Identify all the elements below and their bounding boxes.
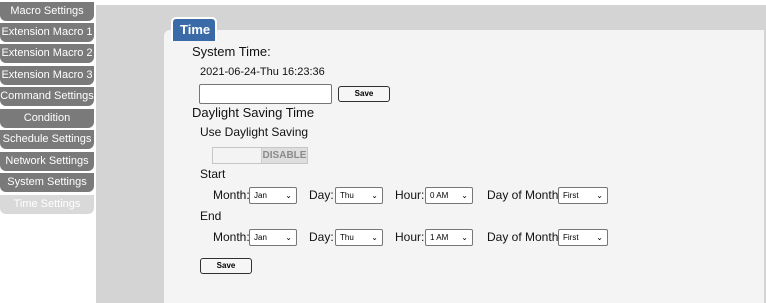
sidebar-item-system-settings[interactable]: System Settings bbox=[0, 173, 94, 192]
sidebar-item-network-settings[interactable]: Network Settings bbox=[0, 152, 94, 171]
sidebar-item-extension-macro-3[interactable]: Extension Macro 3 bbox=[0, 66, 94, 85]
time-input[interactable] bbox=[199, 84, 332, 104]
sidebar-item-macro-settings[interactable]: Macro Settings bbox=[0, 2, 94, 21]
start-month-select[interactable]: Jan ⌄ bbox=[249, 187, 297, 204]
start-month-value: Jan bbox=[254, 191, 267, 200]
toggle-knob bbox=[213, 148, 262, 163]
end-hour-select[interactable]: 1 AM ⌄ bbox=[425, 229, 473, 246]
end-month-value: Jan bbox=[254, 233, 267, 242]
sidebar-item-schedule-settings[interactable]: Schedule Settings bbox=[0, 130, 94, 149]
sidebar-item-command-settings[interactable]: Command Settings bbox=[0, 87, 94, 106]
start-day-value: Thu bbox=[340, 191, 354, 200]
end-dom-value: First bbox=[563, 233, 579, 242]
end-heading: End bbox=[200, 209, 222, 223]
chevron-down-icon: ⌄ bbox=[461, 191, 468, 200]
system-time-label: System Time: bbox=[192, 44, 271, 59]
start-hour-label: Hour: bbox=[395, 188, 425, 202]
end-day-label: Day: bbox=[309, 230, 334, 244]
start-hour-value: 0 AM bbox=[430, 191, 449, 200]
end-hour-label: Hour: bbox=[395, 230, 425, 244]
start-day-label: Day: bbox=[309, 188, 334, 202]
end-dom-label: Day of Month: bbox=[487, 230, 562, 244]
start-heading: Start bbox=[200, 167, 226, 181]
chevron-down-icon: ⌄ bbox=[371, 191, 378, 200]
system-time-value: 2021-06-24-Thu 16:23:36 bbox=[200, 66, 325, 78]
chevron-down-icon: ⌄ bbox=[285, 233, 292, 242]
sidebar: Macro Settings Extension Macro 1 Extensi… bbox=[0, 0, 96, 303]
start-dom-select[interactable]: First ⌄ bbox=[558, 187, 608, 204]
end-day-value: Thu bbox=[340, 233, 354, 242]
start-dom-value: First bbox=[563, 191, 579, 200]
chevron-down-icon: ⌄ bbox=[596, 233, 603, 242]
dst-heading: Daylight Saving Time bbox=[192, 105, 315, 120]
end-month-label: Month: bbox=[213, 230, 250, 244]
save-dst-button[interactable]: Save bbox=[200, 258, 252, 274]
panel-tab-time: Time bbox=[171, 17, 217, 41]
sidebar-item-extension-macro-1[interactable]: Extension Macro 1 bbox=[0, 23, 94, 42]
sidebar-item-extension-macro-2[interactable]: Extension Macro 2 bbox=[0, 44, 94, 63]
chevron-down-icon: ⌄ bbox=[285, 191, 292, 200]
chevron-down-icon: ⌄ bbox=[596, 191, 603, 200]
chevron-down-icon: ⌄ bbox=[461, 233, 468, 242]
end-month-select[interactable]: Jan ⌄ bbox=[249, 229, 297, 246]
start-month-label: Month: bbox=[213, 188, 250, 202]
end-hour-value: 1 AM bbox=[430, 233, 449, 242]
dst-toggle[interactable]: DISABLE bbox=[212, 147, 308, 164]
use-dst-label: Use Daylight Saving bbox=[200, 125, 309, 139]
save-time-button[interactable]: Save bbox=[338, 86, 390, 102]
chevron-down-icon: ⌄ bbox=[371, 233, 378, 242]
end-day-select[interactable]: Thu ⌄ bbox=[335, 229, 383, 246]
sidebar-item-condition[interactable]: Condition bbox=[0, 109, 94, 128]
end-dom-select[interactable]: First ⌄ bbox=[558, 229, 608, 246]
start-dom-label: Day of Month: bbox=[487, 188, 562, 202]
start-day-select[interactable]: Thu ⌄ bbox=[335, 187, 383, 204]
start-hour-select[interactable]: 0 AM ⌄ bbox=[425, 187, 473, 204]
sidebar-item-time-settings[interactable]: Time Settings bbox=[0, 195, 94, 214]
top-bar bbox=[96, 0, 766, 5]
toggle-state-label: DISABLE bbox=[262, 150, 307, 161]
